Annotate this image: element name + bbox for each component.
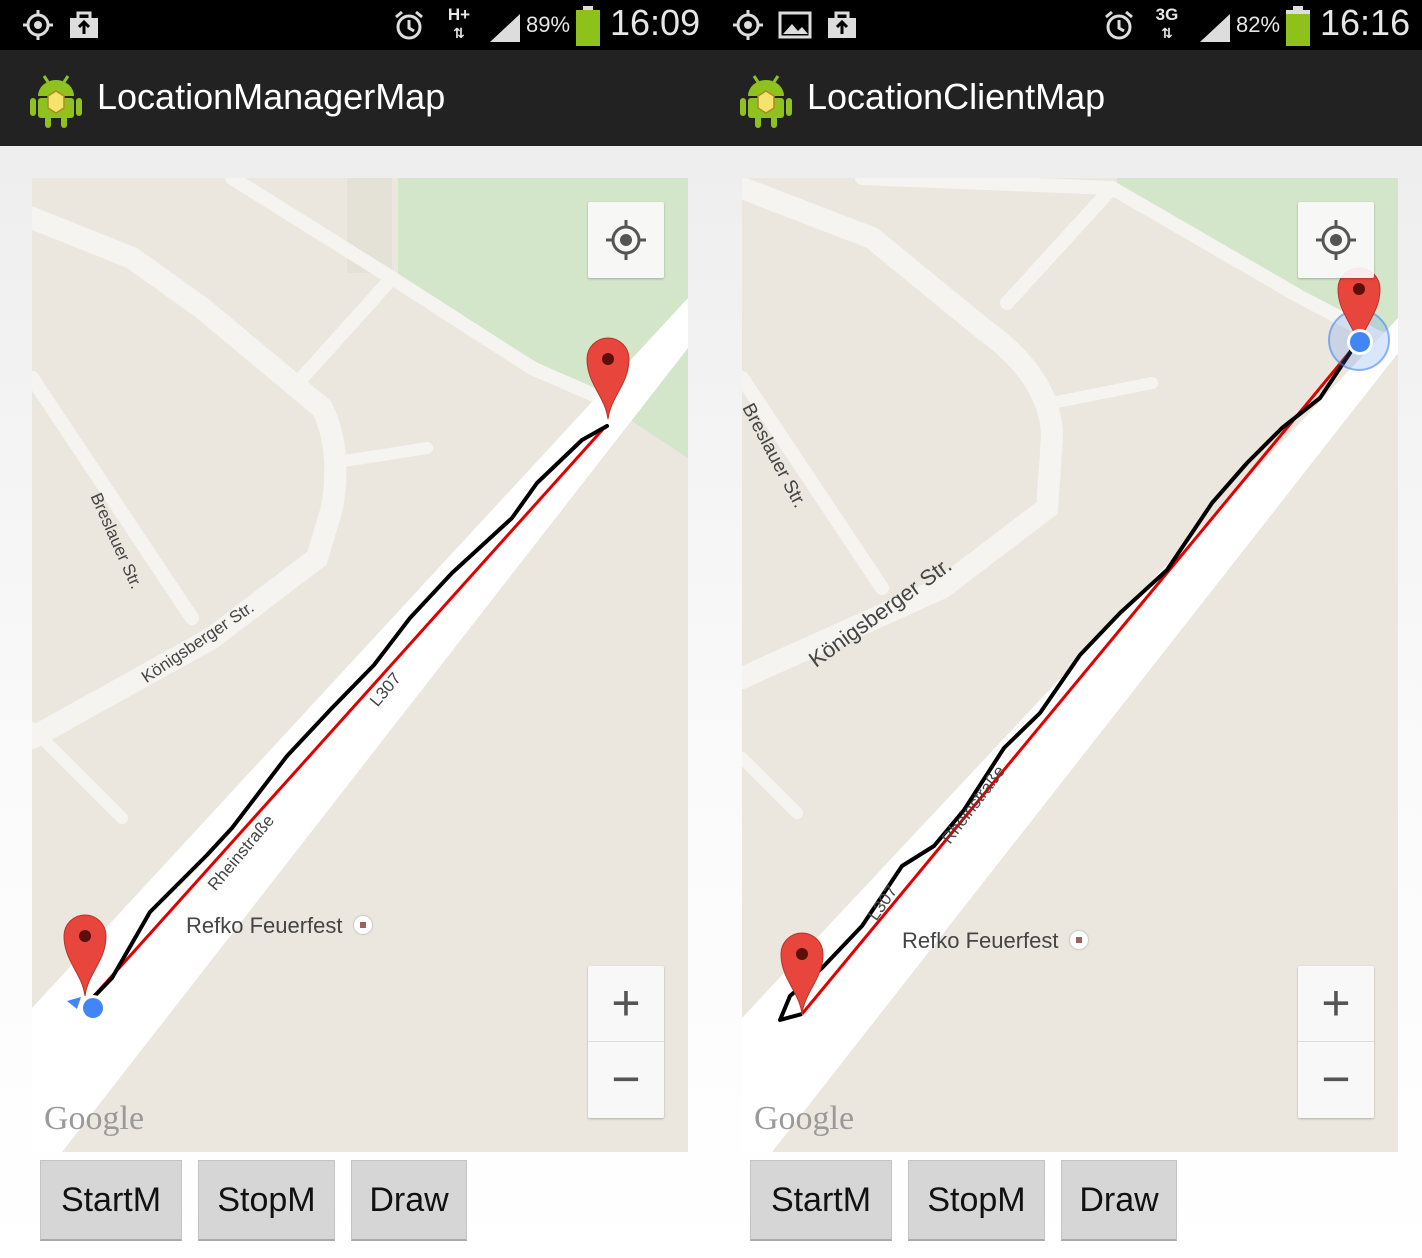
signal-icon — [1200, 14, 1230, 42]
my-location-button[interactable] — [588, 202, 664, 278]
action-bar: LocationManagerMap — [0, 50, 710, 146]
upload-icon — [828, 11, 856, 38]
my-location-button[interactable] — [1298, 202, 1374, 278]
data-arrows-icon: ⇅ — [1161, 25, 1173, 41]
draw-button[interactable]: Draw — [1061, 1160, 1177, 1241]
poi-icon — [354, 916, 372, 934]
status-bar: 3G ⇅ 82% 16:16 — [710, 0, 1422, 50]
stop-button[interactable]: StopM — [198, 1160, 335, 1241]
zoom-in-button[interactable]: + — [588, 966, 664, 1042]
map-view[interactable]: Breslauer Str. Königsberger Str. L307 Rh… — [32, 178, 688, 1152]
end-marker-icon[interactable] — [585, 336, 631, 421]
upload-icon — [70, 11, 98, 38]
crosshair-icon — [606, 220, 646, 260]
poi-label: Refko Feuerfest — [186, 913, 343, 938]
network-type: 3G — [1155, 5, 1179, 24]
network-type: H+ — [447, 5, 471, 24]
zoom-in-button[interactable]: + — [1298, 966, 1374, 1042]
status-bar: H+ ⇅ 89% 16:09 — [0, 0, 710, 50]
zoom-out-button[interactable]: − — [588, 1042, 664, 1117]
google-attribution: Google — [754, 1100, 855, 1137]
battery-percent: 89% — [526, 12, 571, 37]
gps-icon — [733, 10, 763, 40]
start-marker-icon[interactable] — [62, 913, 108, 998]
android-app-icon — [740, 75, 792, 128]
google-attribution: Google — [44, 1100, 145, 1137]
start-marker-icon[interactable] — [779, 931, 825, 1016]
gallery-icon — [778, 11, 812, 39]
map-view[interactable]: Breslauer Str. Königsberger Str. L307 Rh… — [742, 178, 1398, 1152]
battery-percent: 82% — [1236, 12, 1281, 37]
android-app-icon — [30, 75, 82, 128]
draw-button[interactable]: Draw — [351, 1160, 467, 1241]
battery-icon — [1286, 6, 1310, 46]
crosshair-icon — [1316, 220, 1356, 260]
alarm-icon — [1105, 10, 1133, 40]
clock: 16:16 — [1320, 2, 1411, 43]
battery-icon — [576, 6, 600, 46]
left-screen: H+ ⇅ 89% 16:09 LocationManagerMap Bresla… — [0, 0, 710, 1258]
stop-button[interactable]: StopM — [908, 1160, 1045, 1241]
gps-icon — [23, 10, 53, 40]
alarm-icon — [395, 10, 423, 40]
my-location-dot-icon — [67, 995, 106, 1021]
data-arrows-icon: ⇅ — [453, 25, 465, 41]
app-title: LocationClientMap — [807, 76, 1106, 117]
right-screen: 3G ⇅ 82% 16:16 LocationClientMap Breslau… — [710, 0, 1422, 1258]
straight-line — [83, 426, 606, 1008]
action-bar: LocationClientMap — [710, 50, 1422, 146]
my-location-dot-icon — [1347, 329, 1373, 355]
clock: 16:09 — [610, 2, 701, 43]
poi-label: Refko Feuerfest — [902, 928, 1059, 953]
zoom-out-button[interactable]: − — [1298, 1042, 1374, 1117]
zoom-controls: + − — [588, 966, 664, 1118]
app-title: LocationManagerMap — [97, 76, 446, 117]
start-button[interactable]: StartM — [750, 1160, 892, 1241]
start-button[interactable]: StartM — [40, 1160, 182, 1241]
poi-icon — [1070, 931, 1088, 949]
zoom-controls: + − — [1298, 966, 1374, 1118]
signal-icon — [490, 14, 520, 42]
